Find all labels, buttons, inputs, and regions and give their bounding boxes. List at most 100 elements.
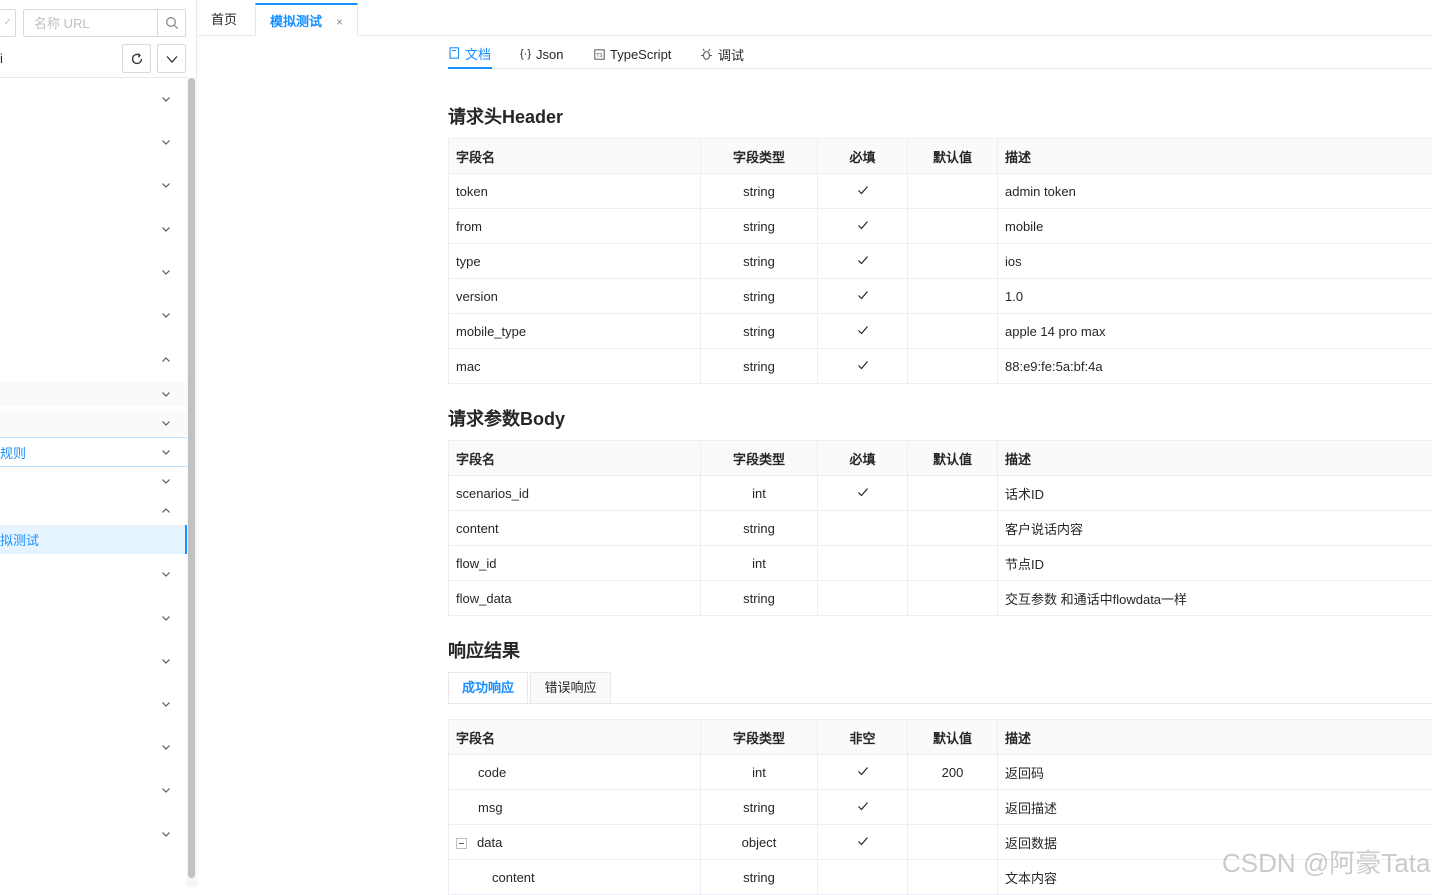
cell-description: 交互参数 和通话中flowdata一样 <box>998 581 1432 616</box>
close-icon[interactable]: × <box>336 15 343 29</box>
sidebar-menu-item[interactable] <box>0 692 187 716</box>
bug-icon <box>700 48 713 61</box>
chevron-up-icon[interactable] <box>161 355 171 365</box>
col-default: 默认值 <box>908 441 998 476</box>
chevron-down-icon[interactable] <box>161 829 171 839</box>
cell-field-name: flow_id <box>449 546 701 581</box>
sidebar-menu-item[interactable]: 规则 <box>0 437 187 467</box>
cell-description: 88:e9:fe:5a:bf:4a <box>998 349 1432 384</box>
cell-description: 返回码 <box>998 755 1432 790</box>
tab-doc[interactable]: 文档 <box>448 39 492 69</box>
cell-field-name: msg <box>449 790 701 825</box>
collapse-toggle[interactable] <box>456 838 467 849</box>
refresh-button[interactable] <box>122 44 151 73</box>
tab-debug[interactable]: 调试 <box>700 39 744 69</box>
chevron-down-icon[interactable] <box>161 180 171 190</box>
chevron-down-icon[interactable] <box>161 418 171 428</box>
sidebar-scrollbar[interactable] <box>187 78 197 887</box>
field-name: scenarios_id <box>456 486 529 501</box>
field-name: mac <box>456 359 481 374</box>
col-description: 描述 <box>998 441 1432 476</box>
col-default: 默认值 <box>908 720 998 755</box>
chevron-down-icon[interactable] <box>161 267 171 277</box>
cell-default: 200 <box>908 755 998 790</box>
sidebar-menu-item[interactable] <box>0 130 187 154</box>
sidebar-menu-item[interactable] <box>0 562 187 586</box>
cell-description: 节点ID <box>998 546 1432 581</box>
collapse-all-button[interactable] <box>157 44 186 73</box>
chevron-down-icon[interactable] <box>161 94 171 104</box>
table-row: flow_datastring交互参数 和通话中flowdata一样 <box>449 581 1432 616</box>
field-name: type <box>456 254 481 269</box>
chevron-down-icon[interactable] <box>161 224 171 234</box>
cell-description: mobile <box>998 209 1432 244</box>
cell-field-name: flow_data <box>449 581 701 616</box>
tab-mock-test[interactable]: 模拟测试 × <box>255 3 358 36</box>
sidebar-menu-item[interactable] <box>0 260 187 284</box>
chevron-down-icon[interactable] <box>161 137 171 147</box>
tab-error-response[interactable]: 错误响应 <box>530 672 611 704</box>
field-name: flow_data <box>456 591 512 606</box>
tab-success-response[interactable]: 成功响应 <box>448 672 528 704</box>
col-field-name: 字段名 <box>449 441 701 476</box>
sidebar-menu-item[interactable] <box>0 411 187 435</box>
tab-home[interactable]: 首页 <box>211 3 237 36</box>
cell-required <box>818 581 908 616</box>
field-name: version <box>456 289 498 304</box>
sidebar-menu-item[interactable] <box>0 822 187 846</box>
cell-required <box>818 279 908 314</box>
chevron-up-icon[interactable] <box>161 506 171 516</box>
sidebar-menu-item[interactable] <box>0 649 187 673</box>
sidebar-menu-item[interactable] <box>0 735 187 759</box>
cell-field-type: string <box>701 860 818 895</box>
sidebar-menu-item[interactable]: 拟测试 <box>0 525 187 554</box>
cell-field-type: string <box>701 279 818 314</box>
chevron-down-icon[interactable] <box>161 656 171 666</box>
sidebar-menu-item[interactable] <box>0 606 187 630</box>
sidebar-menu-item[interactable] <box>0 217 187 241</box>
sidebar-menu-item[interactable] <box>0 173 187 197</box>
sidebar-menu-item[interactable] <box>0 499 187 523</box>
cell-required <box>818 174 908 209</box>
cell-field-name: mac <box>449 349 701 384</box>
scrollbar-thumb[interactable] <box>188 78 195 878</box>
cell-default <box>908 546 998 581</box>
col-field-name: 字段名 <box>449 139 701 174</box>
col-field-type: 字段类型 <box>701 441 818 476</box>
chevron-down-icon[interactable] <box>161 476 171 486</box>
cell-field-name: data <box>449 825 701 860</box>
tab-mock-test-label: 模拟测试 <box>270 14 322 29</box>
category-select[interactable]: ✓ <box>0 9 16 37</box>
tab-typescript[interactable]: TS TypeScript <box>594 39 671 69</box>
watermark: CSDN @阿豪Tata <box>1222 843 1430 880</box>
tab-json[interactable]: {·} Json <box>520 39 563 69</box>
chevron-down-icon[interactable] <box>161 389 171 399</box>
chevron-down-icon[interactable] <box>161 742 171 752</box>
cell-default <box>908 476 998 511</box>
refresh-icon <box>130 52 144 66</box>
chevron-down-icon[interactable] <box>161 785 171 795</box>
section-title-header: 请求头Header <box>448 103 563 129</box>
chevron-down-icon[interactable] <box>161 447 171 457</box>
sidebar-menu-item[interactable] <box>0 303 187 327</box>
cell-required <box>818 546 908 581</box>
check-icon <box>857 219 869 231</box>
cell-required <box>818 349 908 384</box>
chevron-down-icon <box>165 52 179 66</box>
cell-required <box>818 244 908 279</box>
sidebar-menu-item[interactable] <box>0 382 187 406</box>
cell-default <box>908 790 998 825</box>
chevron-down-icon[interactable] <box>161 613 171 623</box>
cell-description: 话术ID <box>998 476 1432 511</box>
sidebar-menu-item[interactable] <box>0 778 187 802</box>
search-input[interactable] <box>23 9 158 37</box>
chevron-down-icon[interactable] <box>161 310 171 320</box>
search-button[interactable] <box>157 9 186 37</box>
chevron-down-icon[interactable] <box>161 699 171 709</box>
tab-bar: 首页 模拟测试 × <box>197 0 1432 36</box>
sidebar-menu-item[interactable] <box>0 469 187 493</box>
chevron-down-icon[interactable] <box>161 569 171 579</box>
sidebar-menu-item[interactable] <box>0 348 187 372</box>
sidebar-menu-item[interactable] <box>0 87 187 111</box>
document-icon <box>449 47 460 59</box>
